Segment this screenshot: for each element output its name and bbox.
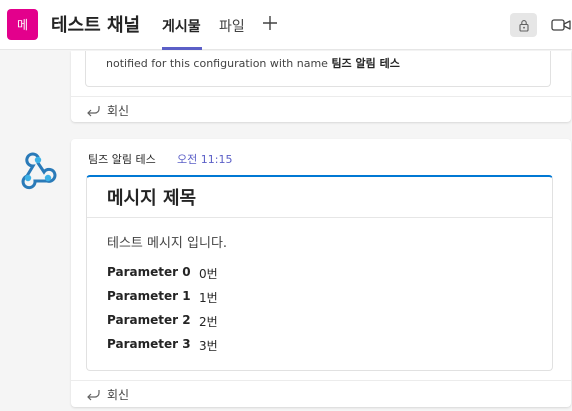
- message-card: 팀즈 알림 테스 오전 11:15 메시지 제목 테스트 메시지 입니다. Pa…: [71, 139, 571, 407]
- message-text-bold: 팀즈 알림 테스: [331, 57, 400, 70]
- fact-name: Parameter 1: [107, 289, 191, 303]
- team-avatar[interactable]: 메: [7, 9, 38, 40]
- adaptive-card: 메시지 제목 테스트 메시지 입니다. Parameter 0 0번 Param…: [86, 175, 553, 371]
- message-content: notified for this configuration with nam…: [85, 51, 551, 87]
- active-tab-indicator: [162, 47, 202, 50]
- plus-icon[interactable]: [261, 14, 279, 32]
- fact-name: Parameter 2: [107, 313, 191, 327]
- channel-title: 테스트 채널: [51, 15, 141, 36]
- message-text: notified for this configuration with nam…: [106, 55, 400, 71]
- tab-files[interactable]: 파일: [219, 16, 245, 36]
- fact-value: 1번: [199, 291, 218, 305]
- reply-icon: [87, 390, 100, 401]
- video-camera-icon[interactable]: [550, 15, 572, 35]
- fact-value: 3번: [199, 339, 218, 353]
- fact-name: Parameter 3: [107, 337, 191, 351]
- webhook-icon[interactable]: [17, 148, 59, 190]
- reply-button[interactable]: 회신: [71, 96, 571, 122]
- fact-name: Parameter 0: [107, 265, 191, 279]
- lock-icon: [518, 19, 529, 32]
- tab-posts[interactable]: 게시물: [162, 16, 201, 36]
- message-timestamp: 오전 11:15: [177, 153, 233, 166]
- sender-name[interactable]: 팀즈 알림 테스: [88, 151, 156, 167]
- message-text-prefix: notified for this configuration with nam…: [106, 57, 332, 70]
- reply-label: 회신: [107, 388, 130, 402]
- reply-label: 회신: [107, 104, 130, 118]
- card-divider: [87, 217, 552, 218]
- fact-value: 2번: [199, 315, 218, 329]
- card-title: 메시지 제목: [107, 188, 197, 209]
- channel-header: 메 테스트 채널 게시물 파일: [0, 0, 572, 50]
- reply-button[interactable]: 회신: [71, 380, 571, 406]
- reply-icon: [87, 106, 100, 117]
- fact-value: 0번: [199, 267, 218, 281]
- message-card: notified for this configuration with nam…: [71, 51, 571, 122]
- lock-button[interactable]: [510, 13, 537, 37]
- card-body-text: 테스트 메시지 입니다.: [107, 236, 228, 251]
